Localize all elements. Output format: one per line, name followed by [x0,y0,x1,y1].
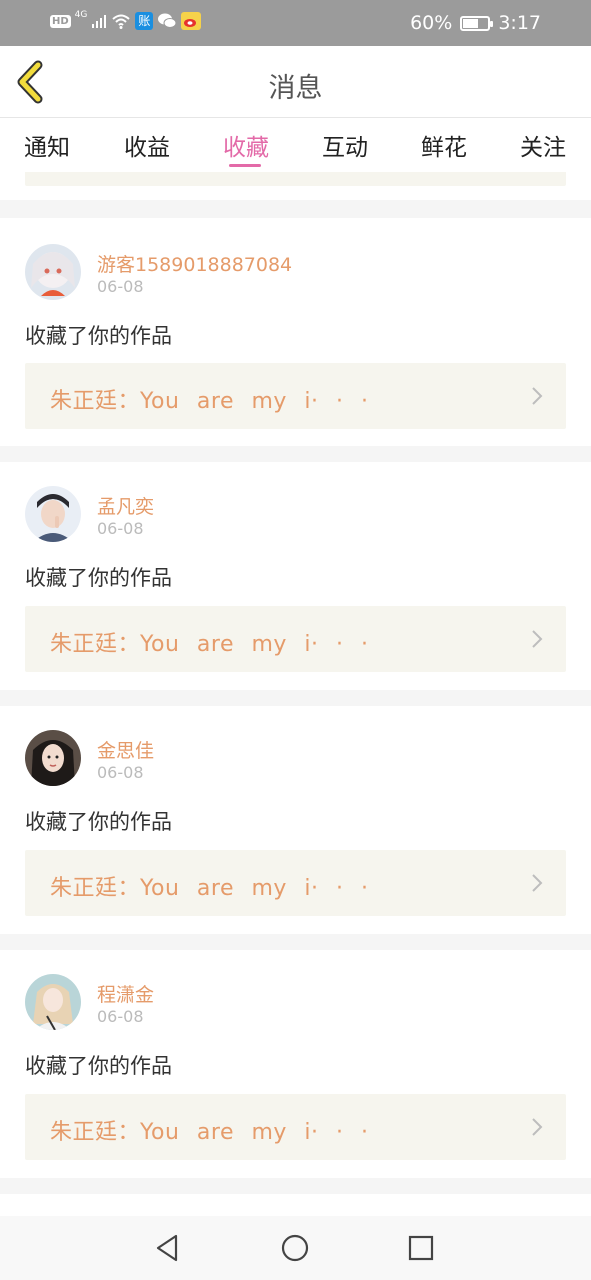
battery-fill [463,18,478,28]
chevron-right-icon [532,630,543,648]
clock: 3:17 [498,12,541,34]
chevron-right-icon [532,874,543,892]
page-title: 消息 [268,73,323,104]
action-text: 收藏了你的作品 [25,810,172,834]
timestamp: 06-08 [97,763,144,782]
message-list[interactable]: 游客1589018887084 06-08 收藏了你的作品 朱正廷：You ar… [0,172,591,1216]
status-bar: HD 4G 账 60% 3:17 [0,0,591,46]
action-text: 收藏了你的作品 [25,566,172,590]
quoted-work-link[interactable]: 朱正廷：You are my i· · · [25,850,566,916]
tab-flowers[interactable]: 鲜花 [421,128,467,162]
list-item[interactable]: 程潇金 06-08 收藏了你的作品 朱正廷：You are my i· · · [0,950,591,1178]
timestamp: 06-08 [97,1007,144,1026]
wifi-icon [111,13,131,29]
tab-notifications[interactable]: 通知 [24,128,70,162]
tab-bar: 通知 收益 收藏 互动 鲜花 关注 [0,118,591,172]
quoted-work-link[interactable]: 朱正廷：You are my i· · · [25,606,566,672]
quoted-work-title: 朱正廷：You are my i· · · [50,876,369,901]
timestamp: 06-08 [97,519,144,538]
network-type-label: 4G [74,10,88,20]
list-item-partial [0,1194,591,1216]
quoted-work-title: 朱正廷：You are my i· · · [50,1120,369,1145]
username[interactable]: 程潇金 [97,980,154,1007]
quoted-work-title: 朱正廷：You are my i· · · [50,389,369,414]
action-text: 收藏了你的作品 [25,1054,172,1078]
avatar[interactable] [25,486,81,542]
system-navigation-bar [0,1216,591,1280]
chevron-right-icon [532,387,543,405]
quote-box-partial [25,172,566,186]
timestamp: 06-08 [97,277,144,296]
signal-icon [91,13,107,29]
username[interactable]: 金思佳 [97,736,154,763]
status-icons-right: 60% 3:17 [410,12,541,34]
avatar[interactable] [25,974,81,1030]
list-item[interactable]: 金思佳 06-08 收藏了你的作品 朱正廷：You are my i· · · [0,706,591,934]
active-tab-indicator [229,164,261,167]
status-icons-left: HD 4G 账 [50,10,202,30]
battery-percentage: 60% [410,12,453,34]
tab-favorites[interactable]: 收藏 [223,128,269,162]
avatar[interactable] [25,244,81,300]
alipay-icon: 账 [135,12,154,30]
tab-interactions[interactable]: 互动 [322,128,368,162]
username[interactable]: 游客1589018887084 [97,250,292,277]
quoted-work-link[interactable]: 朱正廷：You are my i· · · [25,363,566,429]
list-item[interactable]: 孟凡奕 06-08 收藏了你的作品 朱正廷：You are my i· · · [0,462,591,690]
wechat-icon [157,12,177,30]
chevron-right-icon [532,1118,543,1136]
header-bar: 消息 [0,46,591,118]
list-item-partial [0,172,591,200]
battery-icon [460,15,494,31]
weibo-icon [181,12,202,30]
quoted-work-title: 朱正廷：You are my i· · · [50,632,369,657]
action-text: 收藏了你的作品 [25,324,172,348]
list-item[interactable]: 游客1589018887084 06-08 收藏了你的作品 朱正廷：You ar… [0,218,591,446]
back-triangle-icon[interactable] [152,1232,184,1264]
quoted-work-link[interactable]: 朱正廷：You are my i· · · [25,1094,566,1160]
recents-square-icon[interactable] [405,1232,437,1264]
avatar[interactable] [25,730,81,786]
home-circle-icon[interactable] [279,1232,311,1264]
username[interactable]: 孟凡奕 [97,492,154,519]
tab-follows[interactable]: 关注 [520,128,566,162]
tab-earnings[interactable]: 收益 [124,128,170,162]
hd-icon: HD [50,14,71,28]
